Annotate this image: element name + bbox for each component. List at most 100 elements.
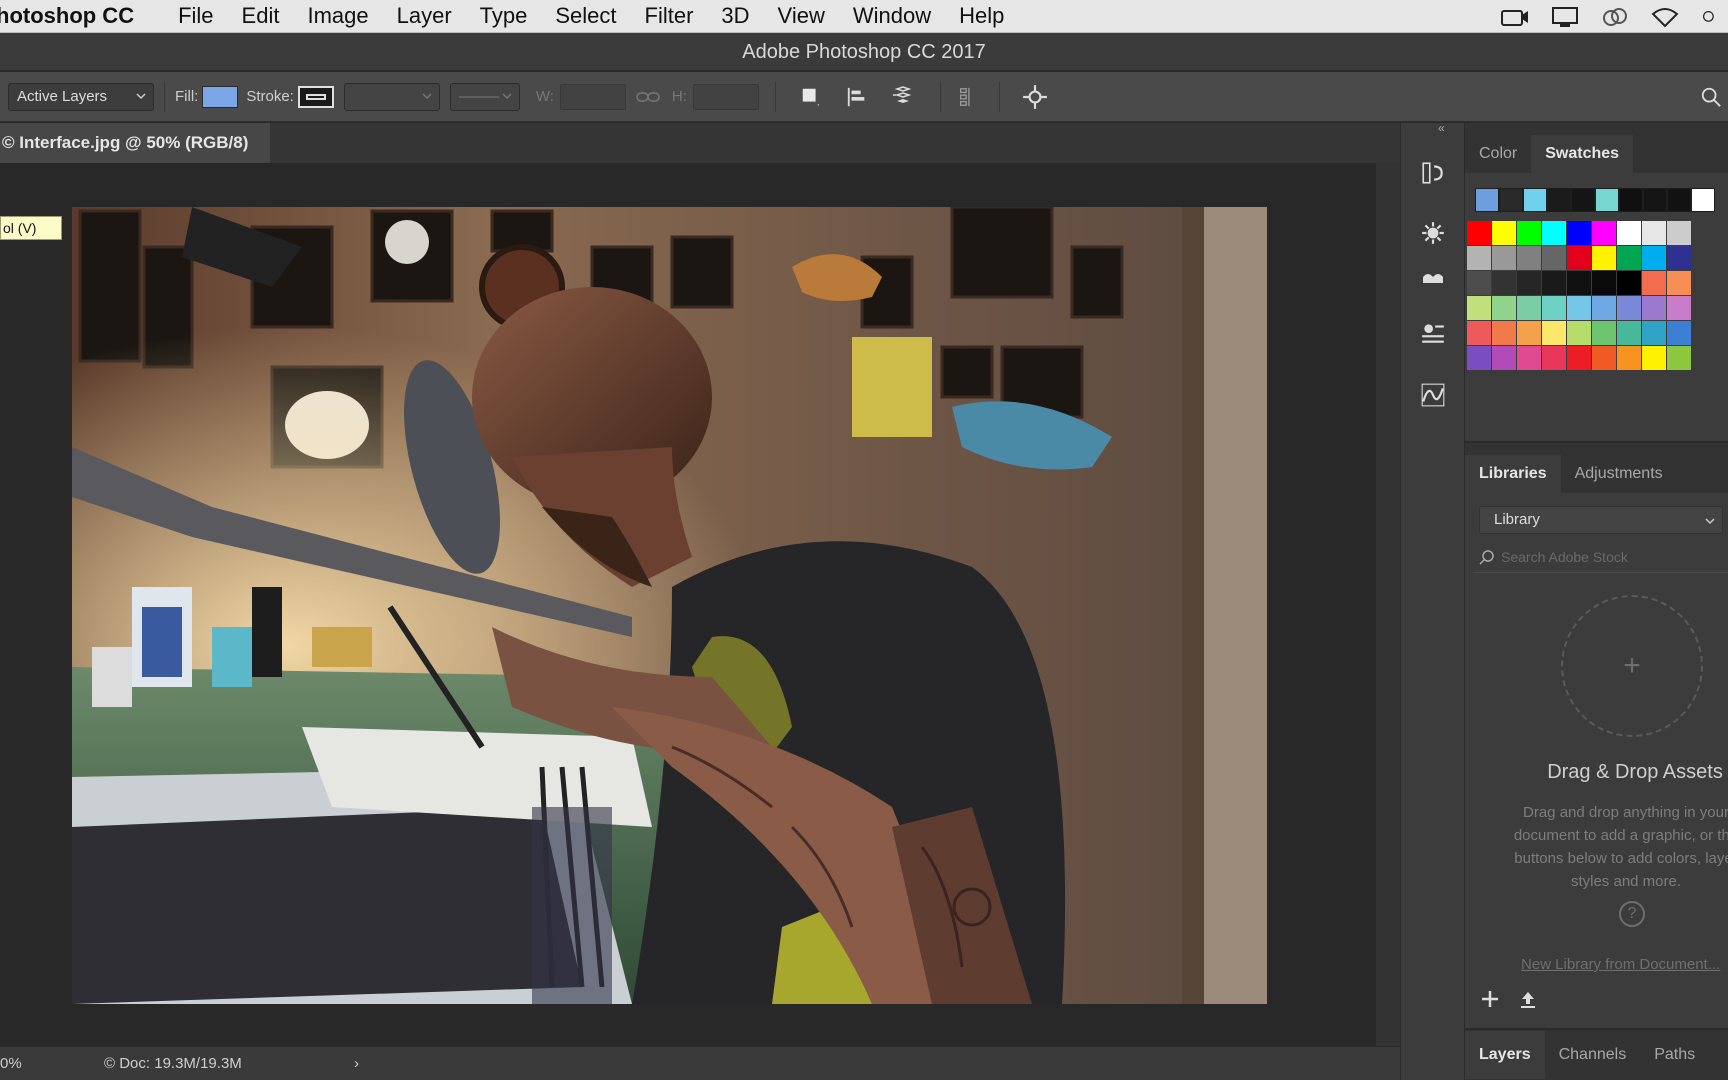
wifi-icon[interactable] bbox=[1650, 6, 1680, 28]
link-icon[interactable] bbox=[636, 90, 660, 104]
tab-color[interactable]: Color bbox=[1465, 135, 1531, 173]
menu-edit[interactable]: Edit bbox=[228, 3, 294, 29]
swatch[interactable] bbox=[1567, 221, 1591, 245]
swatch[interactable] bbox=[1642, 346, 1666, 370]
settings-gear-icon[interactable] bbox=[1018, 80, 1052, 114]
brushes-icon[interactable] bbox=[1415, 257, 1451, 293]
new-library-link[interactable]: New Library from Document... bbox=[1521, 956, 1728, 973]
tab-channels[interactable]: Channels bbox=[1545, 1031, 1641, 1079]
document-tab[interactable]: © Interface.jpg @ 50% (RGB/8) bbox=[0, 123, 270, 163]
swatch[interactable] bbox=[1667, 221, 1691, 245]
swatch[interactable] bbox=[1642, 296, 1666, 320]
display-icon[interactable] bbox=[1550, 6, 1580, 28]
swatch[interactable] bbox=[1517, 271, 1541, 295]
menu-type[interactable]: Type bbox=[466, 3, 542, 29]
swatch[interactable] bbox=[1542, 296, 1566, 320]
menu-layer[interactable]: Layer bbox=[383, 3, 466, 29]
properties-icon[interactable] bbox=[1415, 315, 1451, 351]
recent-swatch[interactable] bbox=[1619, 188, 1643, 212]
tab-swatches[interactable]: Swatches bbox=[1531, 135, 1634, 173]
upload-icon[interactable] bbox=[1517, 988, 1539, 1010]
swatch[interactable] bbox=[1467, 221, 1491, 245]
swatch[interactable] bbox=[1517, 321, 1541, 345]
recent-swatch[interactable] bbox=[1643, 188, 1667, 212]
swatch[interactable] bbox=[1592, 346, 1616, 370]
swatch[interactable] bbox=[1467, 296, 1491, 320]
stroke-swatch[interactable] bbox=[297, 85, 334, 108]
document-image[interactable] bbox=[72, 207, 1267, 1004]
swatch[interactable] bbox=[1467, 271, 1491, 295]
recent-swatch[interactable] bbox=[1595, 188, 1619, 212]
menu-window[interactable]: Window bbox=[839, 3, 945, 29]
doc-size-info[interactable]: © Doc: 19.3M/19.3M bbox=[104, 1055, 324, 1072]
swatch[interactable] bbox=[1592, 246, 1616, 270]
swatch[interactable] bbox=[1642, 221, 1666, 245]
swatch[interactable] bbox=[1492, 296, 1516, 320]
menu-3d[interactable]: 3D bbox=[707, 3, 763, 29]
swatch[interactable] bbox=[1517, 246, 1541, 270]
swatch[interactable] bbox=[1567, 346, 1591, 370]
swatch[interactable] bbox=[1517, 296, 1541, 320]
width-field[interactable] bbox=[559, 83, 626, 110]
menu-file[interactable]: File bbox=[164, 3, 227, 29]
swatch[interactable] bbox=[1617, 271, 1641, 295]
swatch[interactable] bbox=[1617, 346, 1641, 370]
fill-swatch[interactable] bbox=[202, 85, 239, 108]
height-field[interactable] bbox=[692, 83, 759, 110]
swatch[interactable] bbox=[1642, 321, 1666, 345]
glyphs-icon[interactable] bbox=[1415, 377, 1451, 413]
stroke-width-field[interactable] bbox=[343, 82, 440, 111]
swatch[interactable] bbox=[1667, 321, 1691, 345]
tab-paths[interactable]: Paths bbox=[1640, 1031, 1709, 1079]
brush-settings-icon[interactable] bbox=[1415, 215, 1451, 251]
tab-layers[interactable]: Layers bbox=[1465, 1031, 1545, 1079]
swatch[interactable] bbox=[1617, 296, 1641, 320]
recent-swatch[interactable] bbox=[1571, 188, 1595, 212]
recent-swatch[interactable] bbox=[1523, 188, 1547, 212]
swatch[interactable] bbox=[1492, 321, 1516, 345]
stroke-type-select[interactable] bbox=[449, 82, 520, 111]
swatch[interactable] bbox=[1617, 221, 1641, 245]
swatch[interactable] bbox=[1667, 296, 1691, 320]
swatch[interactable] bbox=[1667, 346, 1691, 370]
path-operations-icon[interactable] bbox=[794, 80, 828, 114]
help-icon[interactable]: ? bbox=[1619, 901, 1645, 927]
swatch[interactable] bbox=[1517, 221, 1541, 245]
app-menu[interactable]: hotoshop CC bbox=[0, 3, 164, 29]
swatch[interactable] bbox=[1592, 271, 1616, 295]
user-icon[interactable] bbox=[1700, 6, 1718, 28]
add-icon[interactable] bbox=[1479, 988, 1501, 1010]
recent-swatch[interactable] bbox=[1667, 188, 1691, 212]
swatch[interactable] bbox=[1642, 271, 1666, 295]
stock-search-input[interactable]: Search Adobe Stock bbox=[1473, 541, 1728, 573]
recent-swatch[interactable] bbox=[1547, 188, 1571, 212]
path-alignment-icon[interactable] bbox=[840, 80, 874, 114]
path-arrangement-icon[interactable] bbox=[886, 80, 920, 114]
swatch[interactable] bbox=[1567, 296, 1591, 320]
swatch[interactable] bbox=[1542, 221, 1566, 245]
swatch[interactable] bbox=[1492, 346, 1516, 370]
align-edges-icon[interactable] bbox=[951, 80, 985, 114]
swatch[interactable] bbox=[1592, 321, 1616, 345]
swatch[interactable] bbox=[1542, 321, 1566, 345]
menu-help[interactable]: Help bbox=[945, 3, 1018, 29]
zoom-field[interactable]: 0% bbox=[0, 1052, 52, 1076]
swatch[interactable] bbox=[1617, 321, 1641, 345]
collapse-panels-icon[interactable]: « bbox=[1438, 121, 1445, 135]
history-icon[interactable] bbox=[1415, 155, 1451, 191]
swatch[interactable] bbox=[1592, 296, 1616, 320]
canvas-scrollbar[interactable] bbox=[1376, 163, 1400, 1046]
menu-view[interactable]: View bbox=[764, 3, 839, 29]
creative-cloud-icon[interactable] bbox=[1600, 6, 1630, 28]
swatch[interactable] bbox=[1492, 221, 1516, 245]
status-menu-arrow[interactable]: › bbox=[354, 1055, 359, 1072]
library-select[interactable]: Library bbox=[1479, 506, 1723, 534]
tab-libraries[interactable]: Libraries bbox=[1465, 455, 1561, 493]
swatch[interactable] bbox=[1542, 246, 1566, 270]
sample-layers-select[interactable]: Active Layers bbox=[8, 82, 154, 111]
tab-adjustments[interactable]: Adjustments bbox=[1561, 455, 1677, 493]
swatch[interactable] bbox=[1567, 246, 1591, 270]
swatch[interactable] bbox=[1617, 246, 1641, 270]
search-icon[interactable] bbox=[1694, 80, 1728, 114]
swatch[interactable] bbox=[1542, 346, 1566, 370]
